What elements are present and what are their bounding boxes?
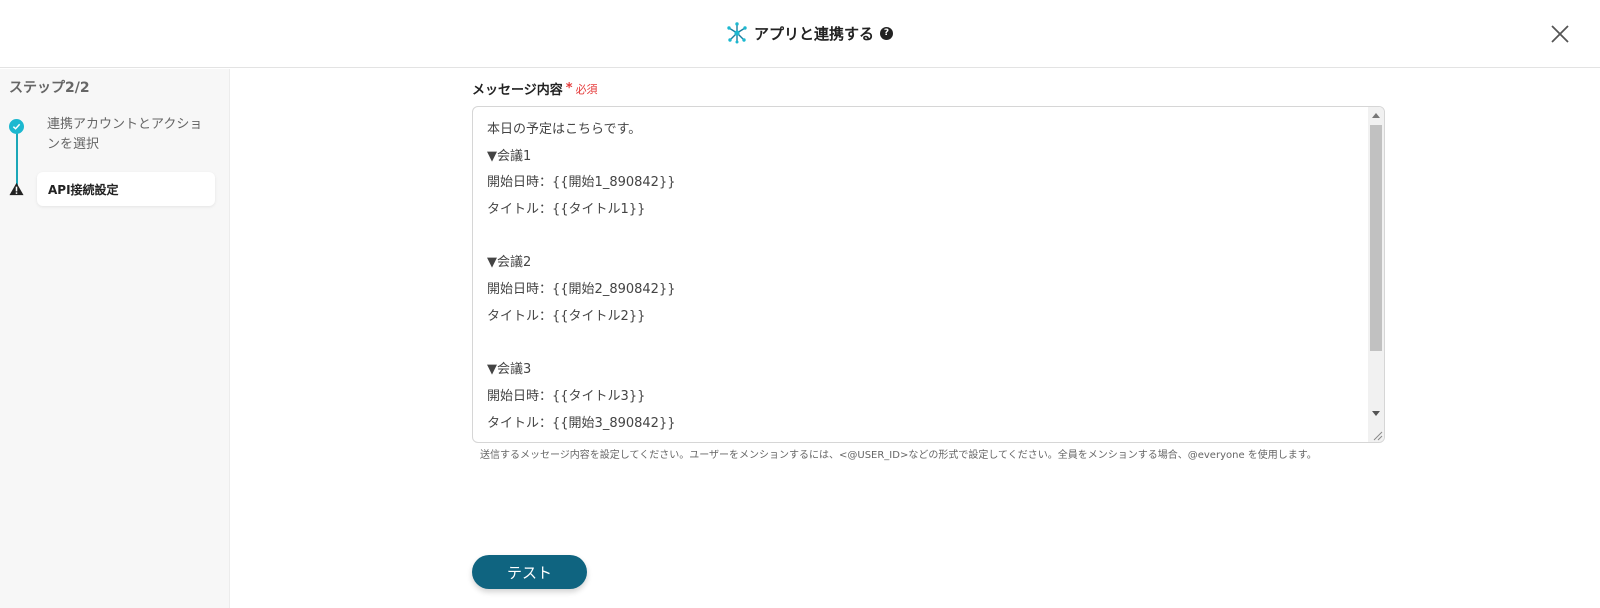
message-line: ▼会議1	[487, 148, 532, 164]
scroll-up-icon[interactable]	[1372, 113, 1380, 118]
message-field-label-group: メッセージ内容 * 必須	[472, 79, 598, 98]
step-counter: ステップ2/2	[9, 80, 90, 96]
close-button[interactable]	[1548, 22, 1572, 46]
textarea-scrollbar[interactable]	[1368, 107, 1384, 442]
header-title-group: アプリと連携する ?	[726, 20, 894, 46]
check-circle-icon	[9, 119, 24, 134]
scroll-down-icon[interactable]	[1372, 411, 1380, 416]
message-line: タイトル：{{タイトル1}}	[487, 202, 646, 218]
test-button[interactable]: テスト	[472, 555, 587, 589]
resize-handle-icon[interactable]	[1371, 429, 1383, 441]
message-textarea[interactable]: 本日の予定はこちらです。 ▼会議1 開始日時：{{開始1_890842}} タイ…	[472, 106, 1385, 443]
steps-sidebar: ステップ2/2 連携アカウントとアクションを選択 API接続設定	[0, 69, 230, 608]
modal-header: アプリと連携する ?	[0, 0, 1600, 68]
message-line	[487, 224, 1347, 251]
scroll-thumb[interactable]	[1370, 125, 1382, 351]
modal-title: アプリと連携する	[754, 24, 875, 43]
message-line: 開始日時：{{開始2_890842}}	[487, 282, 676, 298]
message-line: 開始日時：{{開始1_890842}}	[487, 175, 676, 191]
message-line: 本日の予定はこちらです。	[487, 122, 642, 137]
message-line: タイトル：{{開始3_890842}}	[487, 415, 676, 431]
message-line: ▼会議2	[487, 255, 532, 271]
field-help-text: 送信するメッセージ内容を設定してください。ユーザーをメンションするには、<@US…	[480, 450, 1317, 461]
step-item-api-settings[interactable]: API接続設定	[37, 172, 215, 206]
required-star: *	[565, 81, 573, 96]
close-icon	[1551, 25, 1569, 43]
required-badge: 必須	[575, 82, 598, 96]
message-line: タイトル：{{タイトル2}}	[487, 308, 646, 324]
step-item-select-action[interactable]: 連携アカウントとアクションを選択	[47, 115, 207, 155]
message-content[interactable]: 本日の予定はこちらです。 ▼会議1 開始日時：{{開始1_890842}} タイ…	[487, 117, 1347, 437]
message-line: ▼会議3	[487, 362, 532, 378]
message-line: 開始日時：{{タイトル3}}	[487, 388, 646, 404]
message-line	[487, 331, 1347, 358]
warning-triangle-icon	[9, 182, 24, 196]
network-icon	[727, 22, 747, 44]
message-field-label: メッセージ内容	[472, 83, 563, 98]
question-circle-icon[interactable]: ?	[880, 26, 894, 40]
